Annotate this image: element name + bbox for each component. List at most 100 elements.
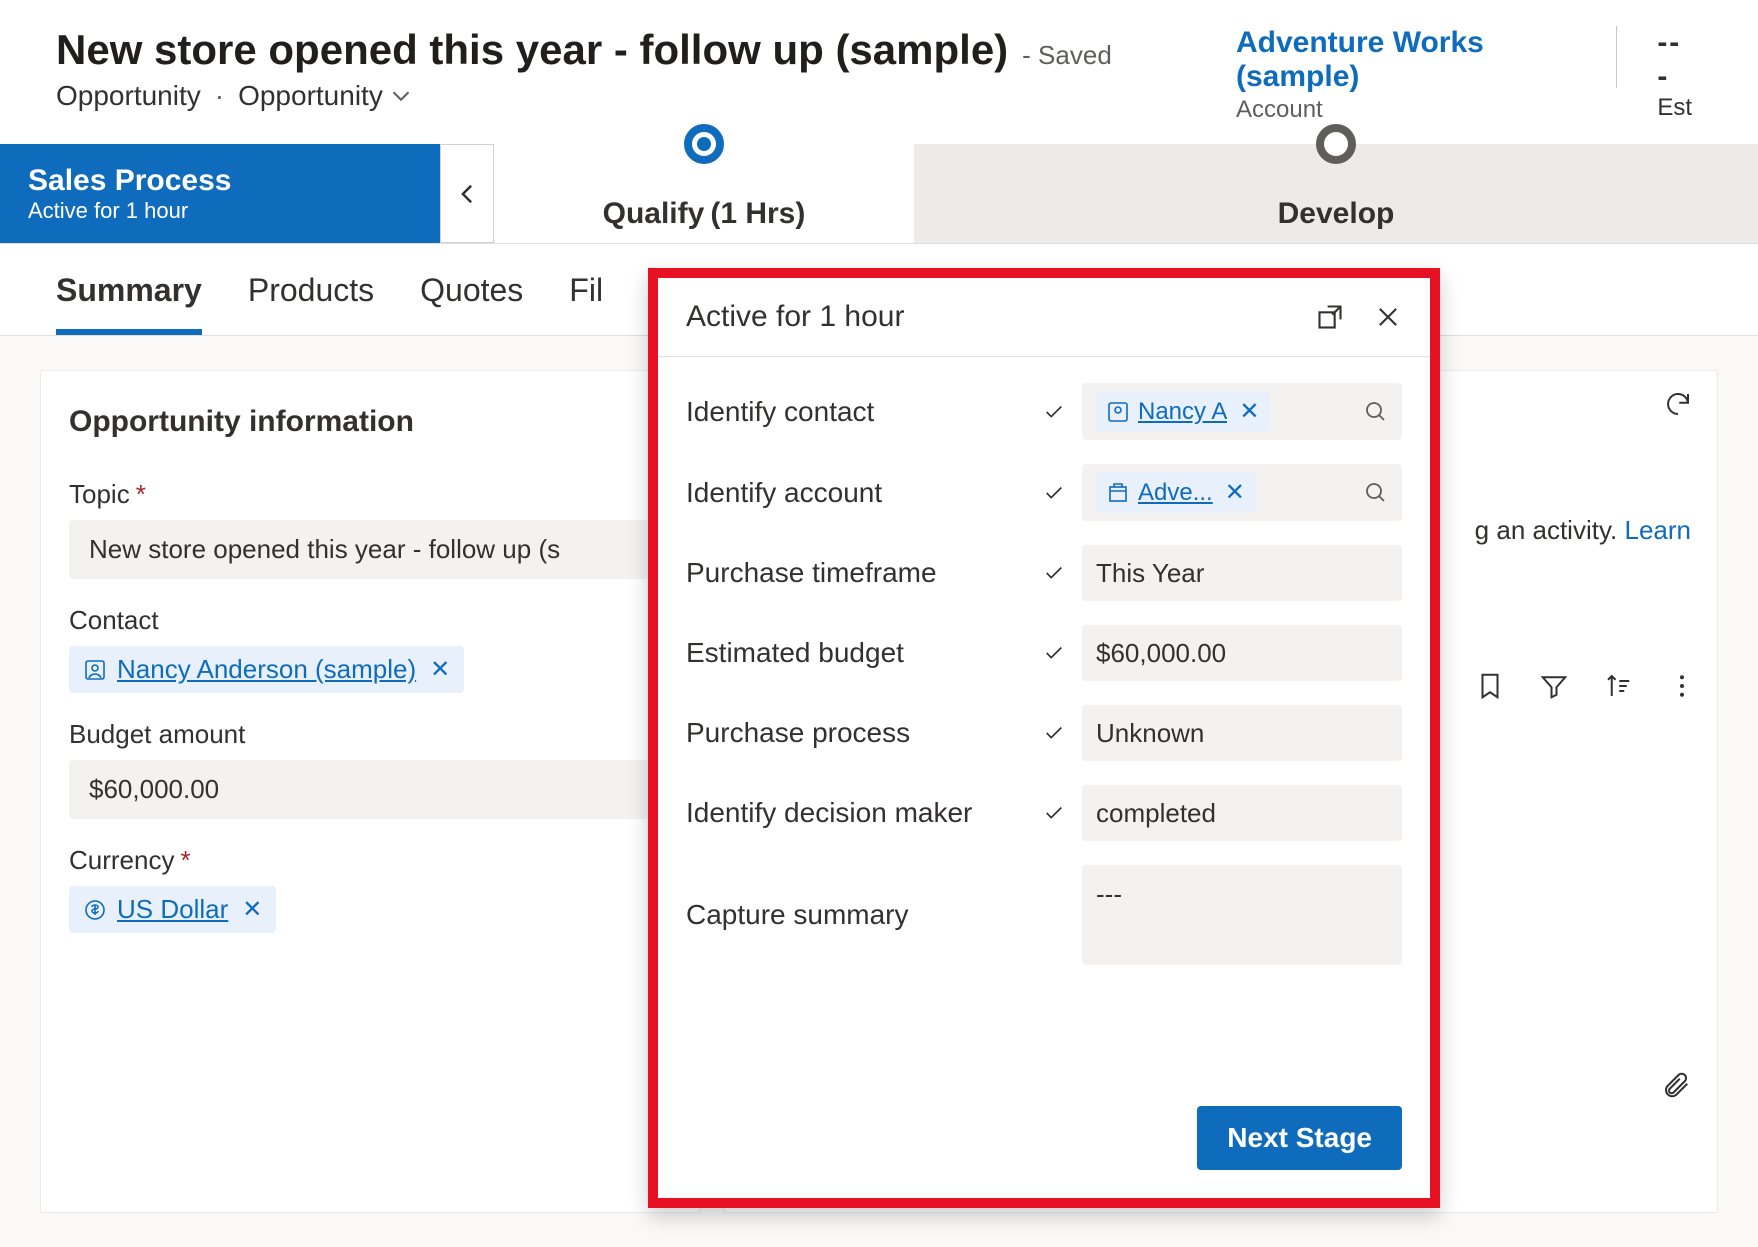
contact-link[interactable]: Nancy Anderson (sample) [117,654,416,685]
flyout-title: Active for 1 hour [686,300,904,334]
header-separator [1616,26,1617,88]
identify-account-input[interactable]: Adve... ✕ [1082,464,1402,521]
field-label: Currency [69,845,174,876]
contact-icon [1106,400,1130,424]
budget-input[interactable]: $60,000.00 [69,760,671,819]
bpf-stage-qualify[interactable]: Qualify (1 Hrs) [494,144,914,243]
close-icon[interactable] [1374,303,1402,331]
flyout-field-label: Identify account [686,477,1026,509]
refresh-icon[interactable] [1663,389,1693,419]
field-topic: Topic * New store opened this year - fol… [69,479,671,579]
bpf-name-block[interactable]: Sales Process Active for 1 hour [0,144,440,243]
flyout-row-estimated-budget: Estimated budget $60,000.00 [686,625,1402,681]
flyout-field-label: Estimated budget [686,637,1026,669]
saved-status: - Saved [1022,40,1112,71]
stage-label: Qualify [603,197,705,231]
flyout-row-purchase-process: Purchase process Unknown [686,705,1402,761]
contact-chip[interactable]: Nancy A ✕ [1096,391,1270,432]
contact-icon [83,658,107,682]
record-header: New store opened this year - follow up (… [0,0,1758,132]
next-stage-button[interactable]: Next Stage [1197,1106,1402,1170]
header-est-label: Est [1657,94,1692,122]
bpf-stage-develop[interactable]: Develop [914,144,1758,243]
account-icon [1106,481,1130,505]
purchase-process-input[interactable]: Unknown [1082,705,1402,761]
chevron-down-icon [391,86,411,106]
flyout-row-identify-contact: Identify contact Nancy A ✕ [686,383,1402,440]
currency-remove-button[interactable]: ✕ [242,895,262,924]
chip-remove-button[interactable]: ✕ [1239,397,1259,426]
form-selector[interactable]: Opportunity [238,80,411,112]
purchase-timeframe-input[interactable]: This Year [1082,545,1402,601]
search-icon[interactable] [1364,400,1388,424]
tab-files-truncated[interactable]: Fil [569,272,603,335]
topic-input[interactable]: New store opened this year - follow up (… [69,520,671,579]
stage-inactive-indicator-icon [1316,124,1356,164]
header-account-link[interactable]: Adventure Works (sample) [1236,26,1484,93]
page-title: New store opened this year - follow up (… [56,26,1008,74]
learn-link[interactable]: Learn [1625,515,1692,545]
stage-duration: (1 Hrs) [710,197,805,231]
required-indicator: * [136,479,146,510]
required-indicator: * [180,845,190,876]
estimated-budget-input[interactable]: $60,000.00 [1082,625,1402,681]
more-icon[interactable] [1667,671,1697,701]
tab-quotes[interactable]: Quotes [420,272,523,335]
dock-icon[interactable] [1316,303,1344,331]
tab-summary[interactable]: Summary [56,272,202,335]
contact-chip-link[interactable]: Nancy A [1138,398,1227,426]
header-est-value: --- [1657,26,1692,94]
contact-remove-button[interactable]: ✕ [430,655,450,684]
bpf-collapse-button[interactable] [440,144,494,243]
decision-maker-input[interactable]: completed [1082,785,1402,841]
opportunity-info-section: Opportunity information Topic * New stor… [40,370,700,1213]
breadcrumb-entity: Opportunity [56,80,201,112]
filter-icon[interactable] [1539,671,1569,701]
check-icon [1040,802,1068,824]
hint-suffix: an activity. [1496,515,1617,545]
flyout-field-label: Identify decision maker [686,797,1026,829]
field-label: Topic [69,479,130,510]
contact-lookup-chip[interactable]: Nancy Anderson (sample) ✕ [69,646,464,693]
account-chip[interactable]: Adve... ✕ [1096,472,1255,513]
flyout-row-purchase-timeframe: Purchase timeframe This Year [686,545,1402,601]
flyout-row-decision-maker: Identify decision maker completed [686,785,1402,841]
timeline-toolbar [1475,671,1697,701]
bpf-duration: Active for 1 hour [28,198,412,224]
field-label: Budget amount [69,719,245,750]
identify-contact-input[interactable]: Nancy A ✕ [1082,383,1402,440]
field-contact: Contact Nancy Anderson (sample) ✕ [69,605,671,693]
flyout-row-capture-summary: Capture summary --- [686,865,1402,965]
flyout-row-identify-account: Identify account Adve... ✕ [686,464,1402,521]
field-budget: Budget amount $60,000.00 [69,719,671,819]
stage-label: Develop [1278,197,1395,231]
attachment-icon[interactable] [1661,1068,1691,1102]
bpf-name: Sales Process [28,164,412,198]
breadcrumb-separator: · [215,80,224,112]
check-icon [1040,401,1068,423]
bookmark-icon[interactable] [1475,671,1505,701]
flyout-field-label: Purchase process [686,717,1026,749]
flyout-header: Active for 1 hour [658,278,1430,357]
field-currency: Currency * US Dollar ✕ [69,845,671,933]
flyout-footer: Next Stage [658,1086,1430,1198]
check-icon [1040,482,1068,504]
form-selector-label: Opportunity [238,80,383,112]
capture-summary-input[interactable]: --- [1082,865,1402,965]
check-icon [1040,562,1068,584]
currency-link[interactable]: US Dollar [117,894,228,925]
currency-lookup-chip[interactable]: US Dollar ✕ [69,886,276,933]
flyout-field-label: Identify contact [686,396,1026,428]
flyout-field-label: Purchase timeframe [686,557,1026,589]
tab-products[interactable]: Products [248,272,374,335]
hint-truncated-prefix: g [1475,515,1497,545]
account-chip-link[interactable]: Adve... [1138,479,1213,507]
currency-icon [83,898,107,922]
flyout-body: Identify contact Nancy A ✕ Identify acco… [658,357,1430,1086]
sort-icon[interactable] [1603,671,1633,701]
chip-remove-button[interactable]: ✕ [1225,478,1245,507]
stage-active-indicator-icon [684,124,724,164]
chevron-left-icon [456,183,478,205]
search-icon[interactable] [1364,481,1388,505]
check-icon [1040,642,1068,664]
